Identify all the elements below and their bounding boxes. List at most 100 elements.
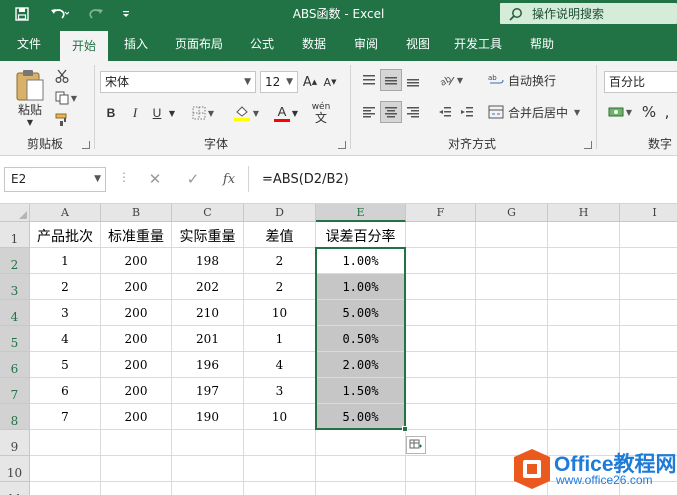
underline-button[interactable]: U: [148, 103, 166, 123]
cell-i2[interactable]: [620, 248, 677, 274]
cell-c10[interactable]: [172, 456, 244, 482]
tab-review[interactable]: 审阅: [344, 28, 388, 61]
column-header-f[interactable]: F: [406, 204, 476, 222]
cut-icon[interactable]: [52, 67, 72, 85]
cell-e4[interactable]: 5.00%: [316, 300, 406, 326]
row-header-7[interactable]: 7: [0, 378, 30, 404]
cell-a5[interactable]: 4: [30, 326, 101, 352]
align-right-icon[interactable]: [402, 101, 424, 123]
decrease-indent-icon[interactable]: [434, 101, 456, 123]
align-center-icon[interactable]: [380, 101, 402, 123]
comma-style-button[interactable]: ,: [660, 101, 674, 123]
format-painter-icon[interactable]: [52, 111, 72, 129]
font-name-dropdown[interactable]: 宋体 ▼: [100, 71, 256, 93]
copy-icon[interactable]: ▼: [52, 89, 80, 107]
bold-button[interactable]: B: [102, 103, 120, 123]
cell-i4[interactable]: [620, 300, 677, 326]
column-header-d[interactable]: D: [244, 204, 316, 222]
align-bottom-icon[interactable]: [402, 69, 424, 91]
tab-data[interactable]: 数据: [292, 28, 336, 61]
cell-d9[interactable]: [244, 430, 316, 456]
cell-c5[interactable]: 201: [172, 326, 244, 352]
font-size-dropdown[interactable]: 12 ▼: [260, 71, 298, 93]
cell-d6[interactable]: 4: [244, 352, 316, 378]
cell-h3[interactable]: [548, 274, 620, 300]
cell-a9[interactable]: [30, 430, 101, 456]
cell-f3[interactable]: [406, 274, 476, 300]
column-header-b[interactable]: B: [101, 204, 172, 222]
align-top-icon[interactable]: [358, 69, 380, 91]
cell-f8[interactable]: [406, 404, 476, 430]
cell-c8[interactable]: 190: [172, 404, 244, 430]
cell-g5[interactable]: [476, 326, 548, 352]
cell-a1[interactable]: 产品批次: [30, 222, 101, 248]
cell-b10[interactable]: [101, 456, 172, 482]
number-format-dropdown[interactable]: 百分比: [604, 71, 677, 93]
cell-i7[interactable]: [620, 378, 677, 404]
quick-analysis-icon[interactable]: [406, 436, 426, 454]
select-all-button[interactable]: [0, 204, 30, 222]
merge-center-button[interactable]: 合并后居中 ▼: [488, 101, 592, 123]
cell-d11[interactable]: [244, 482, 316, 495]
cell-g4[interactable]: [476, 300, 548, 326]
cell-e5[interactable]: 0.50%: [316, 326, 406, 352]
font-color-dropdown-icon[interactable]: ▼: [290, 105, 300, 121]
align-left-icon[interactable]: [358, 101, 380, 123]
cell-f11[interactable]: [406, 482, 476, 495]
borders-button[interactable]: ▼: [188, 103, 218, 123]
italic-button[interactable]: I: [126, 103, 144, 123]
row-header-8[interactable]: 8: [0, 404, 30, 430]
enter-icon[interactable]: ✓: [182, 168, 204, 190]
cell-a8[interactable]: 7: [30, 404, 101, 430]
cell-e8[interactable]: 5.00%: [316, 404, 406, 430]
shrink-font-button[interactable]: A ▼: [322, 73, 338, 91]
row-header-10[interactable]: 10: [0, 456, 30, 482]
tab-home[interactable]: 开始: [60, 31, 108, 61]
cell-d7[interactable]: 3: [244, 378, 316, 404]
column-header-a[interactable]: A: [30, 204, 101, 222]
tab-file[interactable]: 文件: [8, 28, 50, 61]
alignment-launcher-icon[interactable]: [584, 141, 592, 149]
cell-b5[interactable]: 200: [101, 326, 172, 352]
cancel-icon[interactable]: ✕: [144, 168, 166, 190]
redo-icon[interactable]: [84, 4, 110, 24]
cell-c7[interactable]: 197: [172, 378, 244, 404]
cell-a3[interactable]: 2: [30, 274, 101, 300]
cell-d2[interactable]: 2: [244, 248, 316, 274]
customize-icon[interactable]: [118, 4, 134, 24]
cell-e9[interactable]: [316, 430, 406, 456]
column-header-e[interactable]: E: [316, 204, 406, 222]
align-middle-icon[interactable]: [380, 69, 402, 91]
row-header-11[interactable]: 11: [0, 482, 30, 495]
underline-dropdown-icon[interactable]: ▼: [166, 105, 178, 121]
cell-f1[interactable]: [406, 222, 476, 248]
cell-i6[interactable]: [620, 352, 677, 378]
cell-e3[interactable]: 1.00%: [316, 274, 406, 300]
cell-h2[interactable]: [548, 248, 620, 274]
cell-a6[interactable]: 5: [30, 352, 101, 378]
help-search-box[interactable]: 操作说明搜索: [500, 3, 677, 24]
tab-developer[interactable]: 开发工具: [446, 28, 510, 61]
cell-a10[interactable]: [30, 456, 101, 482]
cell-b4[interactable]: 200: [101, 300, 172, 326]
name-box[interactable]: E2 ▼: [4, 167, 106, 192]
formula-bar-resize-handle[interactable]: ⋮: [118, 170, 130, 184]
cell-h8[interactable]: [548, 404, 620, 430]
row-header-9[interactable]: 9: [0, 430, 30, 456]
cell-c6[interactable]: 196: [172, 352, 244, 378]
clipboard-launcher-icon[interactable]: [82, 141, 90, 149]
percent-style-button[interactable]: %: [640, 101, 658, 123]
tab-help[interactable]: 帮助: [520, 28, 564, 61]
save-icon[interactable]: [12, 4, 32, 24]
cell-d8[interactable]: 10: [244, 404, 316, 430]
row-header-5[interactable]: 5: [0, 326, 30, 352]
grow-font-button[interactable]: A ▲: [302, 73, 318, 91]
tab-formulas[interactable]: 公式: [240, 28, 284, 61]
fill-handle[interactable]: [402, 426, 408, 432]
cell-g2[interactable]: [476, 248, 548, 274]
cell-c11[interactable]: [172, 482, 244, 495]
cell-c3[interactable]: 202: [172, 274, 244, 300]
cell-e6[interactable]: 2.00%: [316, 352, 406, 378]
cell-f5[interactable]: [406, 326, 476, 352]
cell-h6[interactable]: [548, 352, 620, 378]
